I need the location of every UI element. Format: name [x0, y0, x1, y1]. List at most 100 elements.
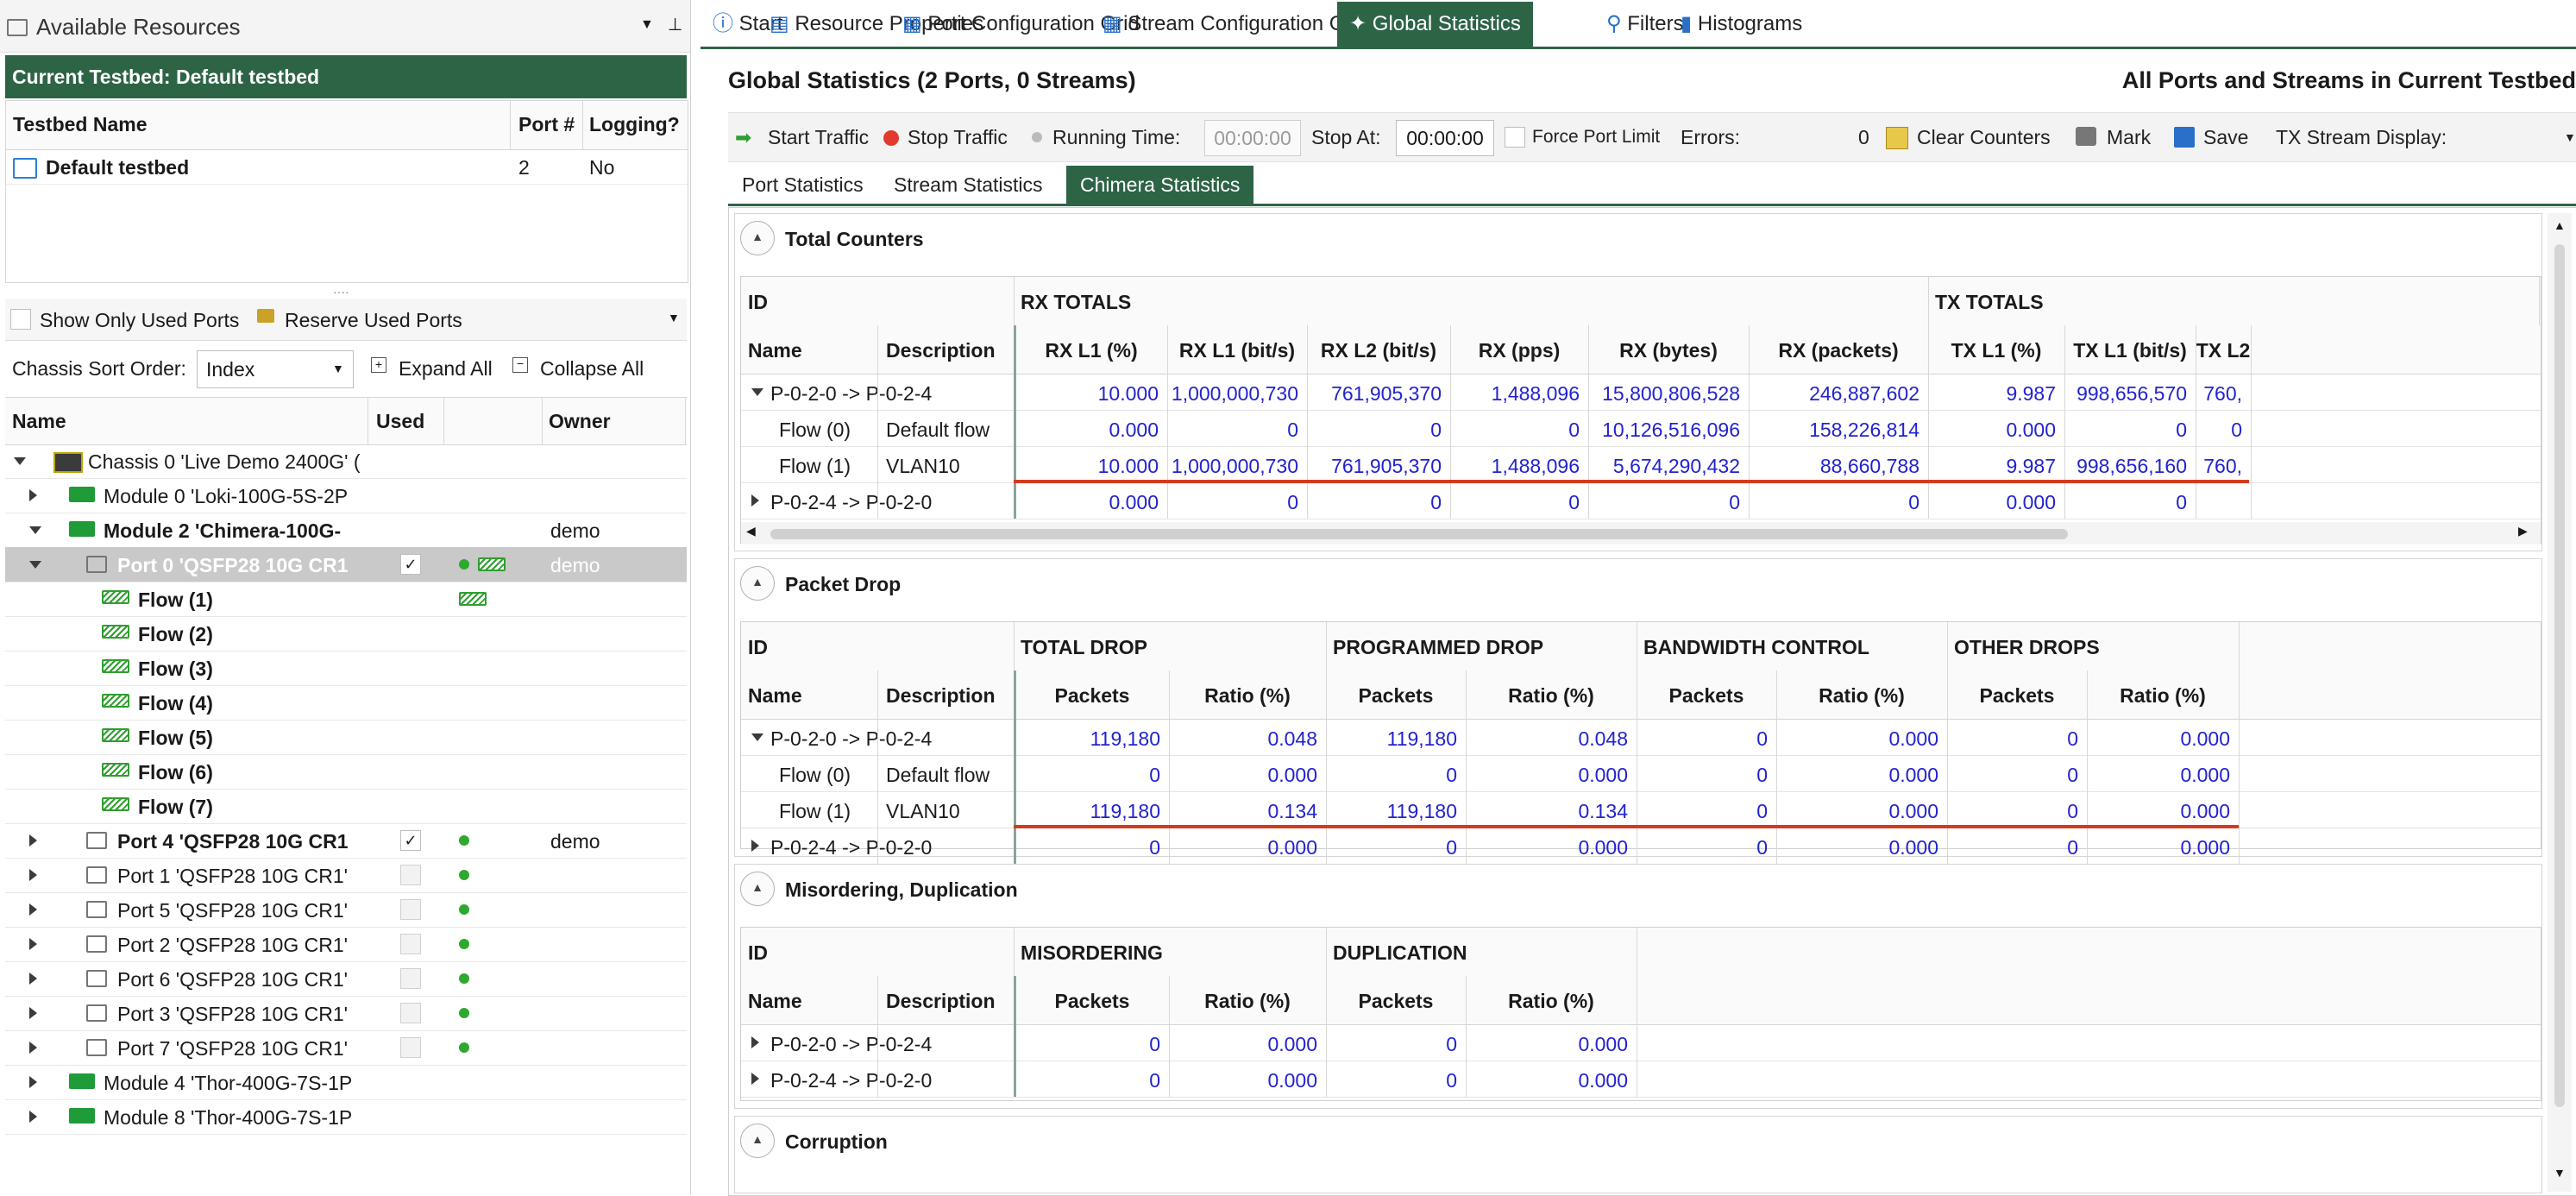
- used-checkbox[interactable]: ✓: [400, 554, 421, 575]
- collapse-corruption-button[interactable]: ▲: [740, 1124, 775, 1158]
- table-row[interactable]: Flow (0) Default flow 0.000 0 0 0 10,126,516,0…: [741, 410, 2541, 447]
- expand-right-icon[interactable]: [29, 1042, 37, 1054]
- tree-row[interactable]: Port 5 'QSFP28 10G CR1': [5, 892, 687, 928]
- col-header[interactable]: Packets: [1637, 684, 1776, 708]
- expand-down-icon[interactable]: [751, 733, 763, 741]
- expand-right-icon[interactable]: [29, 973, 37, 985]
- scroll-up-icon[interactable]: ▲: [2554, 218, 2566, 232]
- expand-right-icon[interactable]: [751, 494, 759, 507]
- tree-row[interactable]: Module 8 'Thor-400G-7S-1P: [5, 1099, 687, 1135]
- table-row[interactable]: Flow (1) VLAN10 10.000 1,000,000,730 761,905…: [741, 446, 2541, 483]
- expand-right-icon[interactable]: [29, 869, 37, 881]
- tab-global-statistics[interactable]: ✦ Global Statistics: [1337, 2, 1533, 47]
- col-header[interactable]: TX L2: [2196, 339, 2251, 362]
- tree-row[interactable]: Port 2 'QSFP28 10G CR1': [5, 927, 687, 962]
- save-button[interactable]: Save: [2203, 113, 2248, 161]
- col-header[interactable]: TX L1 (bit/s): [2064, 339, 2196, 362]
- expand-right-icon[interactable]: [751, 840, 759, 852]
- used-checkbox[interactable]: [400, 1003, 421, 1023]
- tree-row[interactable]: Port 6 'QSFP28 10G CR1': [5, 961, 687, 997]
- tree-row[interactable]: Port 1 'QSFP28 10G CR1': [5, 858, 687, 893]
- tree-row[interactable]: Port 3 'QSFP28 10G CR1': [5, 996, 687, 1031]
- expand-down-icon[interactable]: [751, 388, 763, 396]
- scroll-left-icon[interactable]: ◀: [746, 524, 756, 538]
- col-name[interactable]: Name: [748, 339, 802, 362]
- col-header[interactable]: RX L1 (%): [1015, 339, 1167, 362]
- col-header[interactable]: RX L1 (bit/s): [1167, 339, 1307, 362]
- expand-right-icon[interactable]: [29, 1007, 37, 1019]
- tree-row[interactable]: Flow (6): [5, 754, 687, 790]
- pin-icon[interactable]: ⊥: [668, 14, 682, 35]
- table-row[interactable]: P-0-2-0 -> P-0-2-4 119,180 0.048 119,180 0.0…: [741, 719, 2541, 756]
- col-header[interactable]: RX (pps): [1450, 339, 1588, 362]
- used-checkbox[interactable]: [400, 1037, 421, 1058]
- col-header[interactable]: Packets: [1326, 684, 1466, 708]
- col-name[interactable]: Name: [748, 684, 802, 708]
- tree-row[interactable]: Module 4 'Thor-400G-7S-1P: [5, 1065, 687, 1100]
- expand-right-icon[interactable]: [29, 489, 37, 501]
- col-header[interactable]: RX (bytes): [1588, 339, 1749, 362]
- subtab-port-statistics[interactable]: Port Statistics: [728, 166, 877, 204]
- tree-row[interactable]: Flow (2): [5, 616, 687, 652]
- mark-button[interactable]: Mark: [2107, 113, 2151, 161]
- subtab-stream-statistics[interactable]: Stream Statistics: [880, 166, 1057, 204]
- splitter-handle[interactable]: ····: [333, 285, 349, 299]
- col-testbed-name[interactable]: Testbed Name: [13, 113, 148, 136]
- options-menu-icon[interactable]: ▼: [668, 311, 680, 324]
- toolbar-overflow-icon[interactable]: ▼: [2564, 113, 2576, 161]
- used-checkbox[interactable]: ✓: [400, 830, 421, 851]
- tree-row[interactable]: Port 0 'QSFP28 10G CR1 ✓ demo: [5, 547, 687, 582]
- show-only-used-checkbox[interactable]: [10, 309, 31, 330]
- scroll-down-icon[interactable]: ▼: [2554, 1166, 2566, 1180]
- vertical-scrollbar[interactable]: ▲ ▼: [2548, 213, 2572, 1192]
- col-header[interactable]: Ratio (%): [1466, 684, 1637, 708]
- subtab-chimera-statistics[interactable]: Chimera Statistics: [1066, 166, 1254, 204]
- expand-right-icon[interactable]: [751, 1073, 759, 1085]
- tab-histograms[interactable]: ▮ Histograms: [1668, 2, 1814, 47]
- col-header[interactable]: Ratio (%): [2087, 684, 2239, 708]
- col-header[interactable]: TX L1 (%): [1928, 339, 2064, 362]
- table-row[interactable]: Flow (1) VLAN10 119,180 0.134 119,180 0.134 0 0…: [741, 791, 2541, 828]
- col-owner[interactable]: Owner: [549, 410, 611, 433]
- stop-traffic-button[interactable]: Stop Traffic: [908, 113, 1008, 161]
- col-logging[interactable]: Logging?: [589, 113, 680, 136]
- col-description[interactable]: Description: [886, 339, 996, 362]
- table-row[interactable]: Flow (0) Default flow 0 0.000 0 0.000 0 0.000 0 0…: [741, 755, 2541, 792]
- sort-order-select[interactable]: Index ▼: [197, 350, 354, 388]
- col-used[interactable]: Used: [376, 410, 424, 433]
- col-description[interactable]: Description: [886, 990, 996, 1013]
- tree-row[interactable]: Flow (1): [5, 582, 687, 617]
- table-row[interactable]: P-0-2-4 -> P-0-2-0 0 0.000 0 0.000: [741, 1061, 2541, 1098]
- tree-row[interactable]: Module 2 'Chimera-100G-demo: [5, 513, 687, 548]
- used-checkbox[interactable]: [400, 934, 421, 954]
- expand-right-icon[interactable]: [29, 1111, 37, 1123]
- horizontal-scrollbar[interactable]: ◀ ▶: [741, 522, 2541, 544]
- col-name[interactable]: Name: [748, 990, 802, 1013]
- collapse-packet-drop-button[interactable]: ▲: [740, 566, 775, 601]
- col-header[interactable]: Ratio (%): [1776, 684, 1947, 708]
- used-checkbox[interactable]: [400, 865, 421, 885]
- tree-row[interactable]: Flow (7): [5, 789, 687, 824]
- tree-row[interactable]: Chassis 0 'Live Demo 2400G' (: [5, 444, 687, 479]
- tree-row[interactable]: Flow (4): [5, 685, 687, 721]
- expand-right-icon[interactable]: [29, 1076, 37, 1088]
- scroll-right-icon[interactable]: ▶: [2518, 524, 2528, 538]
- col-header[interactable]: Ratio (%): [1466, 990, 1637, 1013]
- scroll-thumb[interactable]: [770, 529, 2068, 539]
- collapse-total-counters-button[interactable]: ▲: [740, 221, 775, 255]
- expand-down-icon[interactable]: [29, 561, 41, 569]
- expand-down-icon[interactable]: [14, 457, 26, 465]
- col-header[interactable]: Ratio (%): [1169, 684, 1326, 708]
- panel-menu-icon[interactable]: ▼: [640, 17, 654, 33]
- expand-right-icon[interactable]: [751, 1036, 759, 1048]
- expand-right-icon[interactable]: [29, 903, 37, 916]
- tree-row[interactable]: Flow (3): [5, 651, 687, 686]
- col-header[interactable]: RX L2 (bit/s): [1307, 339, 1450, 362]
- reserve-used-button[interactable]: Reserve Used Ports: [285, 309, 462, 332]
- tree-row[interactable]: Port 4 'QSFP28 10G CR1 ✓ demo: [5, 823, 687, 859]
- col-header[interactable]: Packets: [1015, 990, 1169, 1013]
- tree-row[interactable]: Module 0 'Loki-100G-5S-2P: [5, 478, 687, 513]
- force-port-limit-checkbox[interactable]: [1505, 127, 1525, 148]
- col-name[interactable]: Name: [12, 410, 66, 433]
- col-header[interactable]: Packets: [1326, 990, 1466, 1013]
